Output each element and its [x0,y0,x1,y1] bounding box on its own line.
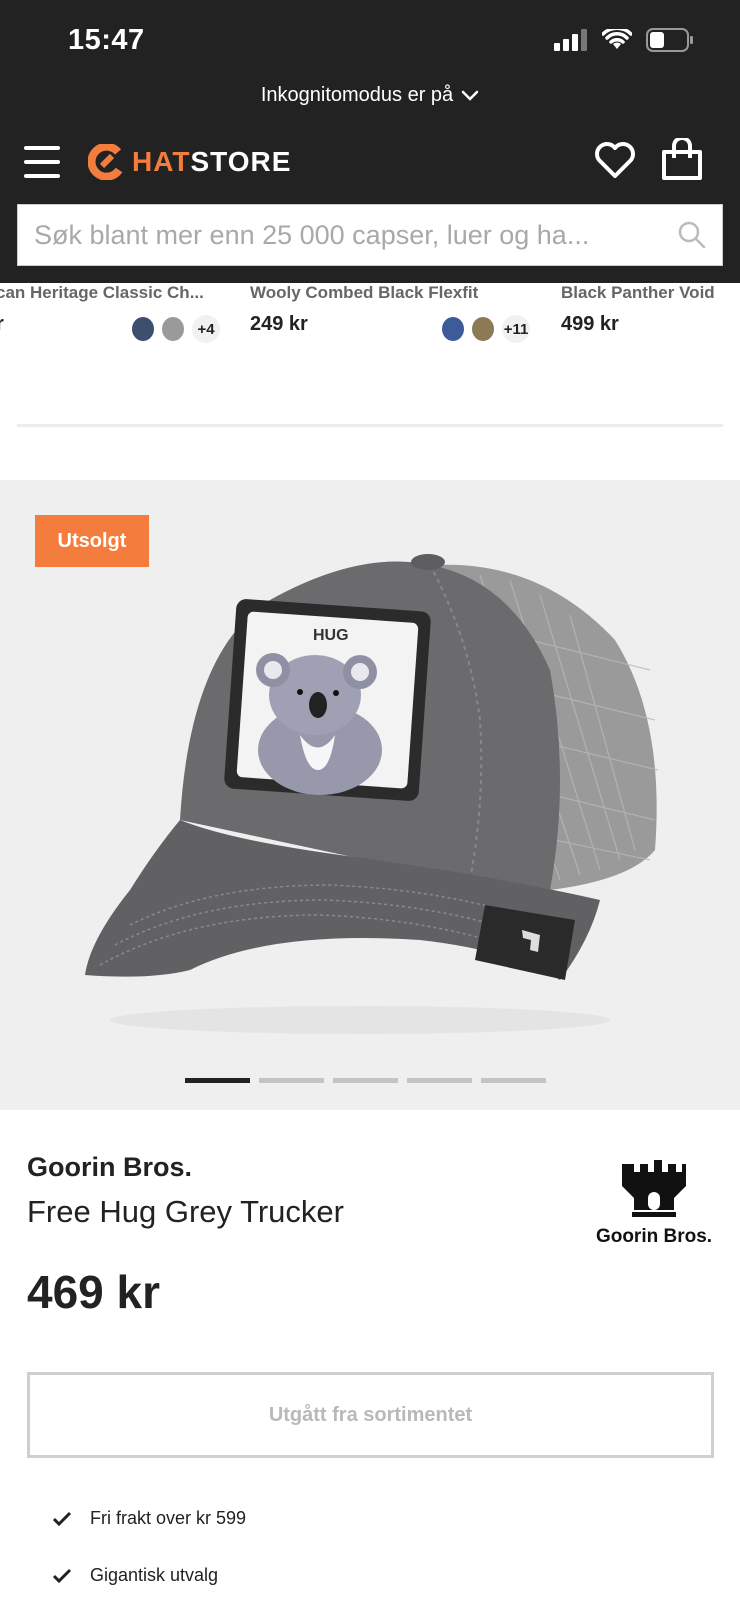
product-gallery[interactable]: Utsolgt HUG [0,480,740,1110]
incognito-label: Inkognitomodus er på [260,84,454,106]
hatstore-logo[interactable]: HATSTORE [88,144,291,180]
menu-icon-bar [24,174,60,178]
product-image[interactable]: HUG [70,520,670,1060]
status-icons [554,28,694,52]
logo-store: STORE [190,146,292,177]
site-header: HATSTORE Søk blant mer enn 25 000 capser… [0,120,740,283]
logo-text: HATSTORE [132,146,291,178]
wifi-icon [602,29,632,49]
menu-button[interactable] [24,146,60,178]
header-icons [594,138,704,182]
usp-text: Fri frakt over kr 599 [90,1508,247,1528]
brand-logo[interactable]: Goorin Bros. [592,1160,716,1248]
gallery-pagination [185,1078,546,1083]
heart-icon[interactable] [594,141,636,179]
color-swatch[interactable] [162,317,184,341]
gallery-dot[interactable] [259,1078,324,1083]
color-swatch[interactable] [472,317,494,341]
search-icon[interactable] [678,221,706,249]
menu-icon-bar [24,146,60,150]
color-swatch[interactable] [132,317,154,341]
gallery-dot[interactable] [185,1078,250,1083]
recommended-item-name: can Heritage Classic Ch... [0,283,204,302]
search-placeholder: Søk blant mer enn 25 000 capser, luer og… [34,219,590,250]
checkmark-icon [52,1568,72,1583]
product-price: 469 kr [27,1266,161,1318]
battery-icon [646,28,693,52]
more-colors-badge[interactable]: +4 [192,315,220,343]
color-swatches: +4 [132,315,220,343]
gallery-dot[interactable] [407,1078,472,1083]
logo-mark-icon [88,144,123,180]
incognito-bar[interactable]: Inkognitomodus er på [0,82,740,120]
color-swatches: +11 [442,315,530,343]
shopping-bag-icon[interactable] [660,138,704,182]
product-brand[interactable]: Goorin Bros. [27,1152,192,1183]
status-bar: 15:47 [0,0,740,82]
gallery-dot[interactable] [481,1078,546,1083]
recommended-item-name: Black Panther Void [561,283,715,302]
usp-item: Fri frakt over kr 599 [52,1508,246,1529]
usp-item: Gigantisk utvalg [52,1565,218,1586]
signal-icon [554,29,587,51]
gallery-dot[interactable] [333,1078,398,1083]
section-divider [17,424,723,427]
checkmark-icon [52,1511,72,1526]
search-input[interactable]: Søk blant mer enn 25 000 capser, luer og… [17,204,723,266]
patch-text: HUG [313,627,349,644]
color-swatch[interactable] [442,317,464,341]
recommended-carousel[interactable]: can Heritage Classic Ch... r +4 Wooly Co… [0,283,740,353]
usp-text: Gigantisk utvalg [90,1565,219,1585]
discontinued-button[interactable]: Utgått fra sortimentet [27,1372,714,1458]
castle-icon [622,1160,686,1217]
menu-icon-bar [24,160,60,164]
brand-logo-text: Goorin Bros. [595,1226,713,1247]
more-colors-badge[interactable]: +11 [502,315,530,343]
status-time: 15:47 [68,24,145,56]
chevron-down-icon [461,90,479,101]
recommended-item-price: 499 kr [561,313,619,335]
product-name: Free Hug Grey Trucker [27,1194,344,1229]
recommended-item[interactable]: Black Panther Void 499 kr [561,283,715,336]
logo-hat: HAT [132,146,191,177]
recommended-item-name: Wooly Combed Black Flexfit [250,283,479,302]
